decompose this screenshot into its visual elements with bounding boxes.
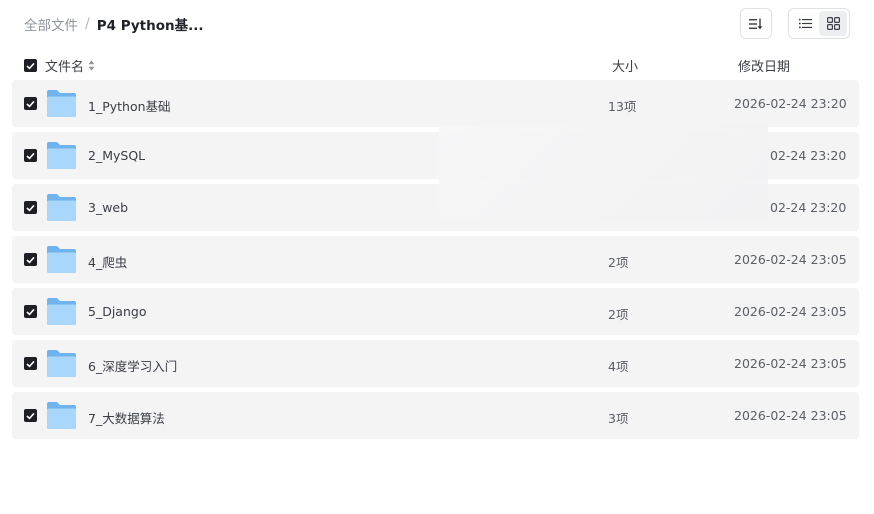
grid-view-icon bbox=[826, 17, 840, 30]
check-icon bbox=[26, 152, 35, 160]
file-name[interactable]: 6_深度学习入门 bbox=[88, 356, 177, 375]
check-icon bbox=[26, 100, 35, 108]
folder-icon bbox=[47, 246, 76, 273]
size-column-header[interactable]: 大小 bbox=[612, 56, 638, 75]
file-date: 2026-02-24 23:05 bbox=[734, 408, 847, 423]
file-date: 2026-02-24 23:05 bbox=[734, 356, 847, 371]
row-checkbox[interactable] bbox=[24, 305, 37, 318]
toolbar bbox=[740, 8, 850, 39]
breadcrumb-separator: / bbox=[85, 16, 90, 32]
check-icon bbox=[26, 62, 35, 70]
folder-icon bbox=[47, 194, 76, 221]
folder-icon bbox=[47, 350, 76, 377]
sort-icon bbox=[749, 18, 763, 29]
select-all-checkbox[interactable] bbox=[24, 59, 37, 72]
breadcrumb-current: P4 Python基... bbox=[96, 18, 204, 34]
file-date: 2026-02-24 23:05 bbox=[734, 304, 847, 319]
row-checkbox[interactable] bbox=[24, 97, 37, 110]
file-date: 02-24 23:20 bbox=[770, 148, 847, 163]
file-date: 02-24 23:20 bbox=[770, 200, 847, 215]
file-date: 2026-02-24 23:20 bbox=[734, 96, 847, 111]
file-size: 2项 bbox=[608, 255, 629, 270]
check-icon bbox=[26, 412, 35, 420]
table-row[interactable]: 4_爬虫 2项 2026-02-24 23:05 bbox=[12, 236, 859, 283]
grid-view-button[interactable] bbox=[819, 11, 847, 36]
check-icon bbox=[26, 360, 35, 368]
name-header-label: 文件名 bbox=[45, 60, 85, 75]
file-name[interactable]: 1_Python基础 bbox=[88, 96, 171, 115]
table-row[interactable]: 7_大数据算法 3项 2026-02-24 23:05 bbox=[12, 392, 859, 439]
folder-icon bbox=[47, 402, 76, 429]
date-column-header[interactable]: 修改日期 bbox=[738, 56, 790, 75]
breadcrumb: 全部文件 / P4 Python基... bbox=[24, 14, 204, 34]
check-icon bbox=[26, 308, 35, 316]
row-checkbox[interactable] bbox=[24, 149, 37, 162]
row-checkbox[interactable] bbox=[24, 357, 37, 370]
file-date: 2026-02-24 23:05 bbox=[734, 252, 847, 267]
popup-overlay bbox=[439, 125, 768, 220]
name-column-header[interactable]: 文件名 bbox=[24, 56, 95, 75]
folder-icon bbox=[47, 90, 76, 117]
file-name[interactable]: 3_web bbox=[88, 200, 128, 215]
table-header: 文件名 大小 修改日期 bbox=[24, 54, 854, 75]
file-size: 3项 bbox=[608, 411, 629, 426]
sort-button[interactable] bbox=[740, 8, 772, 39]
table-row[interactable]: 1_Python基础 13项 2026-02-24 23:20 bbox=[12, 80, 859, 127]
check-icon bbox=[26, 256, 35, 264]
file-name[interactable]: 7_大数据算法 bbox=[88, 408, 165, 427]
list-view-icon bbox=[798, 18, 812, 29]
file-size: 13项 bbox=[608, 99, 637, 114]
check-icon bbox=[26, 204, 35, 212]
view-toggle bbox=[788, 8, 850, 39]
folder-icon bbox=[47, 142, 76, 169]
file-name[interactable]: 2_MySQL bbox=[88, 148, 145, 163]
table-row[interactable]: 6_深度学习入门 4项 2026-02-24 23:05 bbox=[12, 340, 859, 387]
file-size: 4项 bbox=[608, 359, 629, 374]
table-row[interactable]: 5_Django 2项 2026-02-24 23:05 bbox=[12, 288, 859, 335]
sort-caret-icon[interactable] bbox=[88, 60, 95, 72]
file-name[interactable]: 4_爬虫 bbox=[88, 252, 127, 271]
list-view-button[interactable] bbox=[791, 11, 819, 36]
breadcrumb-root-link[interactable]: 全部文件 bbox=[24, 14, 78, 34]
row-checkbox[interactable] bbox=[24, 409, 37, 422]
file-size: 2项 bbox=[608, 307, 629, 322]
folder-icon bbox=[47, 298, 76, 325]
row-checkbox[interactable] bbox=[24, 253, 37, 266]
file-name[interactable]: 5_Django bbox=[88, 304, 146, 319]
row-checkbox[interactable] bbox=[24, 201, 37, 214]
